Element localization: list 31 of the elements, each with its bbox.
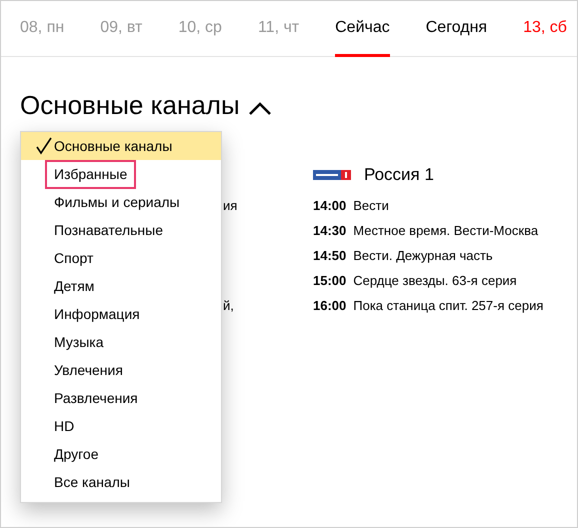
dropdown-item[interactable]: Музыка	[54, 332, 104, 352]
date-tab[interactable]: 13, сб	[523, 1, 567, 57]
channel-logo-icon	[313, 170, 351, 180]
date-tab[interactable]: Сейчас	[335, 1, 390, 57]
program-title[interactable]: Вести. Дежурная часть	[353, 246, 493, 266]
dropdown-item[interactable]: Избранные	[45, 160, 136, 188]
program-title[interactable]: Вести	[353, 196, 389, 216]
chevron-up-icon[interactable]	[248, 101, 272, 115]
dropdown-item[interactable]: HD	[54, 416, 74, 436]
dropdown-item[interactable]: Фильмы и сериалы	[54, 192, 180, 212]
channel-name[interactable]: Россия 1	[364, 162, 434, 188]
program-title: ия	[223, 196, 238, 215]
dropdown-item[interactable]: Спорт	[54, 248, 94, 268]
dropdown-item[interactable]: Информация	[54, 304, 140, 324]
program-title: й,	[223, 296, 234, 315]
dropdown-item[interactable]: Детям	[54, 276, 94, 296]
program-title[interactable]: Пока станица спит. 257-я серия	[353, 296, 544, 316]
dropdown-item[interactable]: Развлечения	[54, 388, 138, 408]
dropdown-item[interactable]: Другое	[54, 444, 98, 464]
program-time: 14:50	[313, 246, 346, 265]
program-time: 14:00	[313, 196, 346, 215]
program-time: 14:30	[313, 222, 346, 240]
dropdown-item[interactable]: Все каналы	[54, 472, 130, 492]
program-title[interactable]: Местное время. Вести-Москва	[353, 220, 538, 240]
section-title[interactable]: Основные каналы	[20, 89, 240, 121]
date-tab[interactable]: Сегодня	[426, 1, 488, 57]
program-time: 15:00	[313, 272, 346, 290]
program-title[interactable]: Сердце звезды. 63-я серия	[353, 270, 517, 290]
program-time: 16:00	[313, 296, 346, 315]
dropdown-item[interactable]: Увлечения	[54, 360, 123, 380]
dropdown-item[interactable]: Познавательные	[54, 220, 164, 240]
